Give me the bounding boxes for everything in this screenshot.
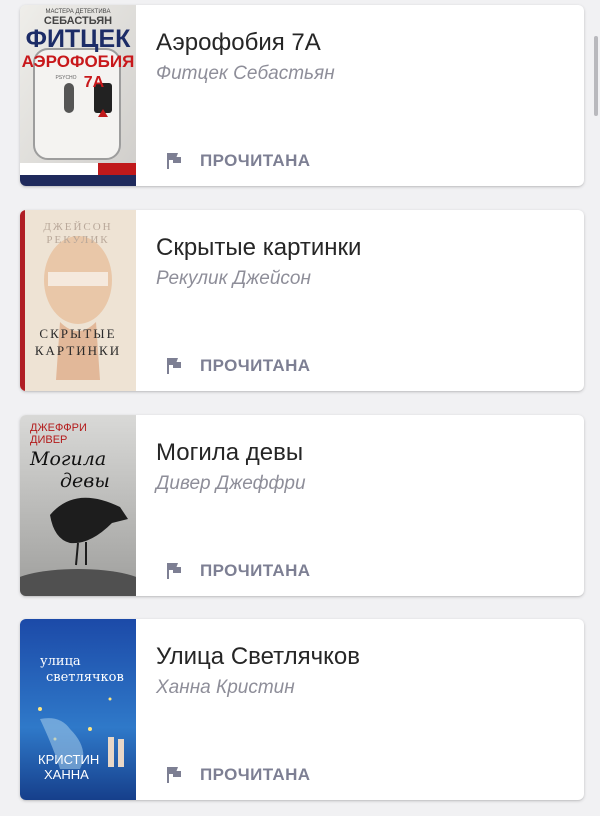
cover-author-last: ДИВЕР xyxy=(30,434,67,446)
book-title: Могила девы xyxy=(156,439,304,466)
book-cover[interactable]: ДЖЕФФРИ ДИВЕР Могила девы xyxy=(20,415,136,596)
cover-author-first: ДЖЕЙСОН xyxy=(43,221,112,233)
cover-title-2: светлячков xyxy=(46,670,124,685)
book-cover[interactable]: улица светлячков КРИСТИН ХАННА xyxy=(20,619,136,800)
cover-author-last: РЕКУЛИК xyxy=(46,234,109,246)
scrollbar[interactable] xyxy=(594,36,598,116)
book-cover-image: ДЖЕЙСОН РЕКУЛИК СКРЫТЫЕ КАРТИНКИ xyxy=(20,210,136,391)
read-status-label: ПРОЧИТАНА xyxy=(200,356,311,375)
book-author: Ханна Кристин xyxy=(156,677,295,698)
read-status-button[interactable]: ПРОЧИТАНА xyxy=(164,356,310,376)
book-card[interactable]: улица светлячков КРИСТИН ХАННА Улица Све… xyxy=(20,619,584,800)
flag-icon xyxy=(167,563,181,579)
read-status-button[interactable]: ПРОЧИТАНА xyxy=(164,151,310,171)
flag-icon xyxy=(167,358,181,374)
flag-icon xyxy=(167,153,181,169)
book-title: Аэрофобия 7А xyxy=(156,29,321,56)
read-status-label: ПРОЧИТАНА xyxy=(200,151,311,170)
book-cover[interactable]: МАСТЕРА ДЕТЕКТИВА СЕБАСТЬЯН ФИТЦЕК АЭРОФ… xyxy=(20,5,136,186)
book-card[interactable]: ДЖЕФФРИ ДИВЕР Могила девы Могила девы Ди… xyxy=(20,415,584,596)
book-author: Дивер Джеффри xyxy=(156,473,306,494)
cover-title-2: девы xyxy=(60,470,110,492)
book-card[interactable]: ДЖЕЙСОН РЕКУЛИК СКРЫТЫЕ КАРТИНКИ Скрытые… xyxy=(20,210,584,391)
book-cover-image: улица светлячков КРИСТИН ХАННА xyxy=(20,619,136,800)
cover-author-last: ФИТЦЕК xyxy=(26,25,132,53)
cover-title-number: 7А xyxy=(84,74,105,91)
cover-author-last: ХАННА xyxy=(44,767,89,782)
read-status-label: ПРОЧИТАНА xyxy=(200,765,311,784)
cover-title: АЭРОФОБИЯ xyxy=(22,52,135,71)
cover-title-2: КАРТИНКИ xyxy=(35,343,121,358)
cover-author-first: ДЖЕФФРИ xyxy=(30,422,87,434)
cover-title: Могила xyxy=(29,448,106,470)
book-cover-image: МАСТЕРА ДЕТЕКТИВА СЕБАСТЬЯН ФИТЦЕК АЭРОФ… xyxy=(20,5,136,186)
cover-title: СКРЫТЫЕ xyxy=(39,326,116,341)
cover-title: улица xyxy=(40,654,81,669)
book-card[interactable]: МАСТЕРА ДЕТЕКТИВА СЕБАСТЬЯН ФИТЦЕК АЭРОФ… xyxy=(20,5,584,186)
book-title: Улица Светлячков xyxy=(156,643,361,670)
read-status-button[interactable]: ПРОЧИТАНА xyxy=(164,561,310,581)
book-title: Скрытые картинки xyxy=(156,234,362,261)
cover-author-first: КРИСТИН xyxy=(38,752,99,767)
read-status-button[interactable]: ПРОЧИТАНА xyxy=(164,765,310,785)
flag-icon xyxy=(167,767,181,783)
book-cover[interactable]: ДЖЕЙСОН РЕКУЛИК СКРЫТЫЕ КАРТИНКИ xyxy=(20,210,136,391)
book-author: Фитцек Себастьян xyxy=(156,63,335,84)
book-cover-image: ДЖЕФФРИ ДИВЕР Могила девы xyxy=(20,415,136,596)
cover-label: PSYCHO xyxy=(55,75,76,81)
read-status-label: ПРОЧИТАНА xyxy=(200,561,311,580)
book-author: Рекулик Джейсон xyxy=(156,268,311,289)
